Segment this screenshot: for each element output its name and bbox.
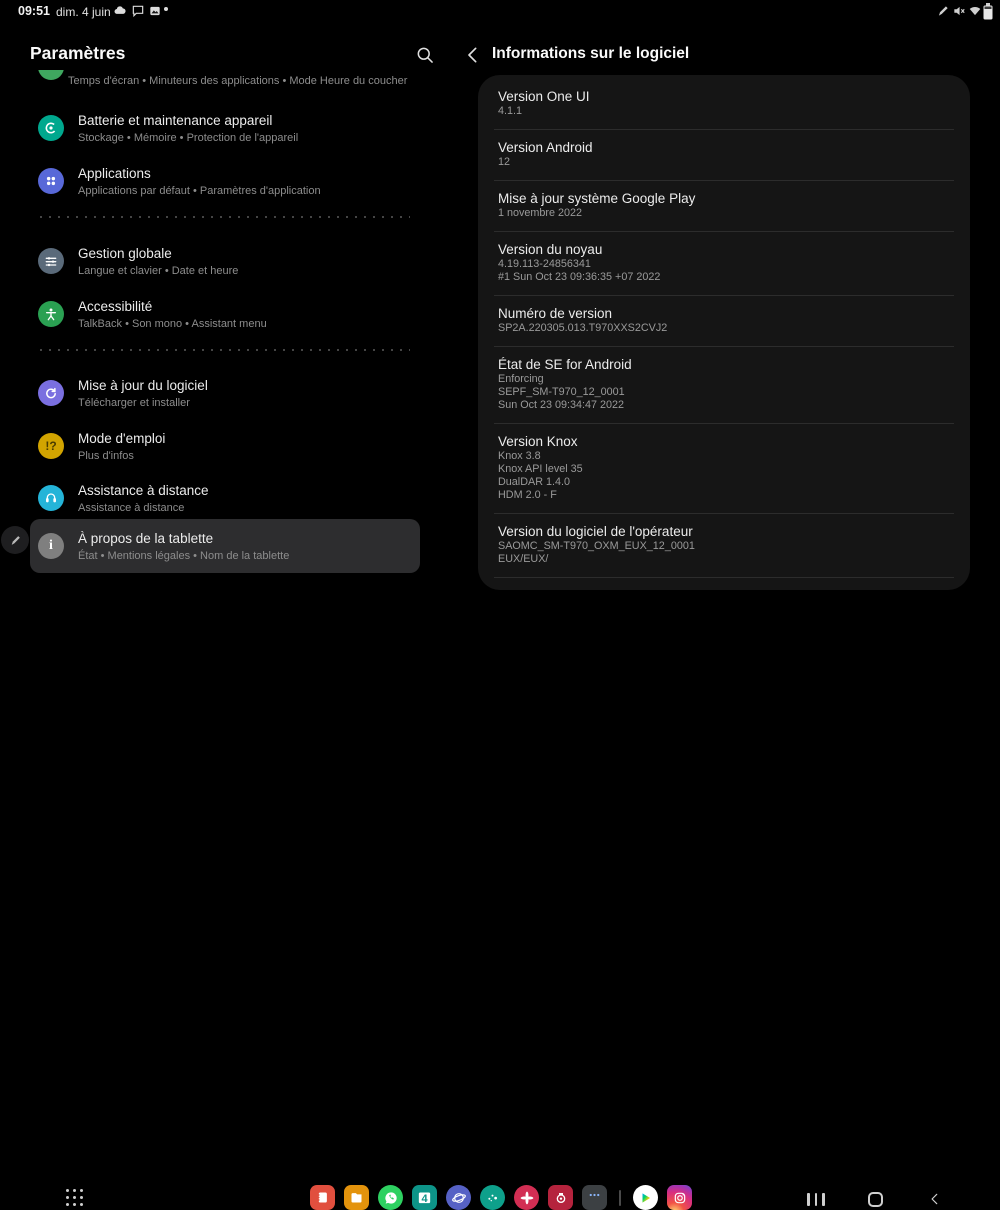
status-date: dim. 4 juin <box>56 4 111 19</box>
back-button[interactable] <box>921 1188 949 1210</box>
accessibility-icon <box>38 301 64 327</box>
settings-item-subtitle: Télécharger et installer <box>78 396 190 409</box>
internet-icon[interactable] <box>446 1185 471 1210</box>
settings-item-subtitle: Temps d'écran • Minuteurs des applicatio… <box>68 75 408 87</box>
row-divider <box>494 577 954 578</box>
about-icon: i <box>38 533 64 559</box>
info-row-csc[interactable]: Version du logiciel de l'opérateur SAOMC… <box>478 514 970 577</box>
app-grid-icon[interactable] <box>66 1189 86 1208</box>
digital-wellbeing-icon <box>38 70 64 80</box>
settings-item-title: À propos de la tablette <box>78 530 214 546</box>
settings-item-title: Assistance à distance <box>78 482 209 498</box>
settings-item-title: Applications <box>78 165 151 181</box>
settings-item-title: Batterie et maintenance appareil <box>78 112 273 128</box>
members-icon[interactable] <box>480 1185 505 1210</box>
stylus-icon <box>936 4 950 18</box>
overflow-dot <box>163 6 177 20</box>
info-row-se-status[interactable]: État de SE for Android Enforcing SEPF_SM… <box>478 347 970 423</box>
home-button[interactable] <box>861 1188 889 1210</box>
settings-item-about-tablet[interactable]: i À propos de la tablette État • Mention… <box>38 525 420 567</box>
settings-item-subtitle: Stockage • Mémoire • Protection de l'app… <box>78 131 299 144</box>
settings-item-subtitle: Langue et clavier • Date et heure <box>78 264 239 277</box>
dock-separator <box>619 1189 621 1206</box>
dock: 4 <box>310 1185 692 1210</box>
info-row-build-number[interactable]: Numéro de version SP2A.220305.013.T970XX… <box>478 296 970 346</box>
settings-item-remote-support[interactable]: Assistance à distance Assistance à dista… <box>38 477 420 519</box>
settings-item-battery[interactable]: Batterie et maintenance appareil Stockag… <box>38 107 420 149</box>
remote-support-icon <box>38 485 64 511</box>
search-icon[interactable] <box>415 45 435 65</box>
cloud-icon <box>113 4 127 18</box>
apps-icon <box>38 168 64 194</box>
settings-list: Temps d'écran • Minuteurs des applicatio… <box>0 70 455 582</box>
my-files-icon[interactable] <box>344 1185 369 1210</box>
wifi-icon <box>968 4 982 18</box>
pen-handle-icon[interactable] <box>1 526 29 554</box>
gallery-icon[interactable] <box>514 1185 539 1210</box>
screenshot-icon <box>148 4 162 18</box>
detail-page-title: Informations sur le logiciel <box>492 45 690 62</box>
recents-button[interactable] <box>802 1188 830 1210</box>
settings-item-title: Gestion globale <box>78 245 172 261</box>
settings-item-title: Mise à jour du logiciel <box>78 377 208 393</box>
camera-icon[interactable] <box>548 1185 573 1210</box>
settings-item-software-update[interactable]: Mise à jour du logiciel Télécharger et i… <box>38 372 420 414</box>
settings-item-user-manual[interactable]: !? Mode d'emploi Plus d'infos <box>38 425 420 467</box>
settings-item-subtitle: TalkBack • Son mono • Assistant menu <box>78 317 267 330</box>
mute-icon <box>952 4 966 18</box>
back-icon[interactable] <box>464 45 484 65</box>
info-row-oneui[interactable]: Version One UI 4.1.1 <box>478 79 970 129</box>
settings-item-subtitle: Assistance à distance <box>78 501 185 514</box>
notes-icon[interactable] <box>310 1185 335 1210</box>
status-bar: 09:51 dim. 4 juin <box>0 0 1000 22</box>
settings-item-title: Mode d'emploi <box>78 430 166 446</box>
calendar-icon[interactable]: 4 <box>412 1185 437 1210</box>
software-update-icon <box>38 380 64 406</box>
settings-item-title: Accessibilité <box>78 298 153 314</box>
clock: 09:51 <box>18 4 50 18</box>
taskbar: 4 <box>0 590 1000 1210</box>
software-info-card: Version One UI 4.1.1 Version Android 12 … <box>478 75 970 590</box>
instagram-icon[interactable] <box>667 1185 692 1210</box>
page-title: Paramètres <box>30 43 126 63</box>
group-divider <box>40 349 410 351</box>
calendar-day: 4 <box>421 1193 428 1205</box>
whatsapp-icon[interactable] <box>378 1185 403 1210</box>
group-divider <box>40 216 410 218</box>
settings-item-subtitle: Plus d'infos <box>78 449 134 462</box>
info-row-knox[interactable]: Version Knox Knox 3.8 Knox API level 35 … <box>478 424 970 513</box>
play-store-icon[interactable] <box>633 1185 658 1210</box>
settings-item-accessibility[interactable]: Accessibilité TalkBack • Son mono • Assi… <box>38 293 420 335</box>
battery-maintenance-icon <box>38 115 64 141</box>
global-management-icon <box>38 248 64 274</box>
info-row-kernel[interactable]: Version du noyau 4.19.113-24856341 #1 Su… <box>478 232 970 295</box>
settings-item-subtitle: Applications par défaut • Paramètres d'a… <box>78 184 321 197</box>
info-row-android[interactable]: Version Android 12 <box>478 130 970 180</box>
settings-item-general-management[interactable]: Gestion globale Langue et clavier • Date… <box>38 240 420 282</box>
message-icon <box>131 4 145 18</box>
settings-item-applications[interactable]: Applications Applications par défaut • P… <box>38 160 420 202</box>
user-manual-icon: !? <box>38 433 64 459</box>
recent-group-icon[interactable] <box>582 1185 607 1210</box>
settings-item-subtitle: État • Mentions légales • Nom de la tabl… <box>78 549 290 562</box>
battery-icon <box>983 3 997 20</box>
info-row-google-play[interactable]: Mise à jour système Google Play 1 novemb… <box>478 181 970 231</box>
